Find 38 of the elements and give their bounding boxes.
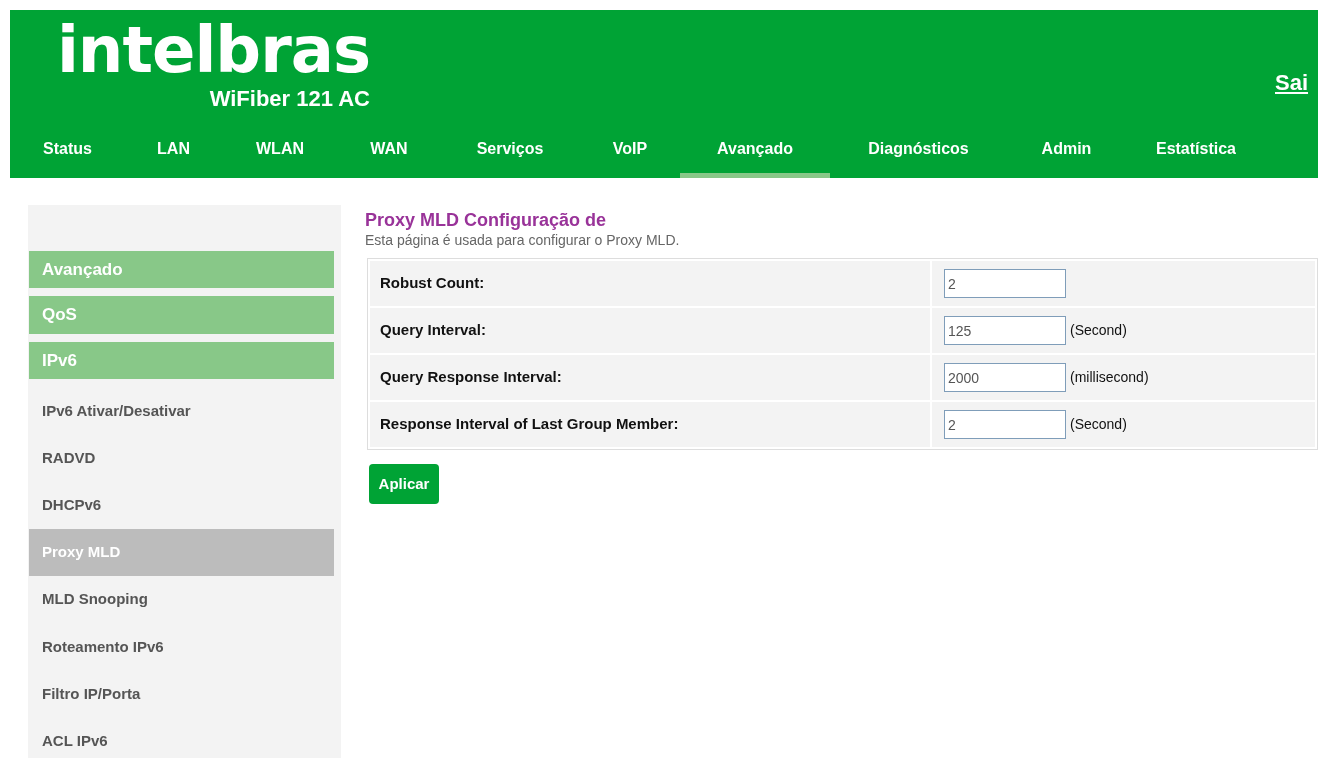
unit-label: (Second) — [1070, 321, 1127, 340]
field-label: Robust Count: — [370, 261, 930, 306]
apply-button[interactable]: Aplicar — [369, 464, 439, 504]
nav-tab[interactable]: LAN — [125, 126, 222, 178]
input-field[interactable]: 2 — [944, 269, 1066, 298]
unit-label: (Second) — [1070, 415, 1127, 434]
sidebar-item[interactable]: Filtro IP/Porta — [29, 670, 334, 718]
input-field[interactable]: 2 — [944, 410, 1066, 439]
sidebar-item[interactable]: MLD Snooping — [29, 576, 334, 624]
input-field[interactable]: 2000 — [944, 363, 1066, 392]
sidebar-item[interactable]: Roteamento IPv6 — [29, 623, 334, 671]
sidebar-group[interactable]: IPv6 — [29, 341, 334, 380]
nav-tab[interactable]: Diagnósticos — [830, 126, 1007, 178]
input-field[interactable]: 125 — [944, 316, 1066, 345]
field-label: Response Interval of Last Group Member: — [370, 402, 930, 447]
sidebar-item[interactable]: Proxy MLD — [29, 528, 334, 577]
unit-label: (millisecond) — [1070, 368, 1149, 387]
sidebar-group[interactable]: Avançado — [29, 251, 334, 289]
page-description: Esta página é usada para configurar o Proxy MLD. — [365, 231, 681, 249]
sidebar-item[interactable]: DHCPv6 — [29, 481, 334, 529]
page-title: Proxy MLD Configuração de — [365, 209, 608, 231]
model-name: WiFiber 121 AC — [209, 86, 370, 112]
sidebar-item[interactable]: IPv6 Ativar/Desativar — [29, 387, 334, 435]
field-label: Query Response Interval: — [370, 355, 930, 400]
logo: intelbras — [56, 14, 370, 86]
logout-link[interactable]: Sai — [1275, 66, 1309, 99]
field-label: Query Interval: — [370, 308, 930, 353]
nav-tab[interactable]: Estatística — [1126, 126, 1266, 178]
sidebar-item[interactable]: RADVD — [29, 434, 334, 482]
sidebar-item[interactable]: ACL IPv6 — [29, 717, 334, 758]
nav-tab[interactable]: Serviços — [440, 126, 580, 178]
nav-tab[interactable]: VoIP — [580, 126, 680, 178]
nav-tab[interactable]: WAN — [338, 126, 440, 178]
nav-tab[interactable]: Status — [10, 126, 125, 178]
nav-tab[interactable]: WLAN — [222, 126, 338, 178]
nav-tab[interactable]: Admin — [1007, 126, 1126, 178]
sidebar-group[interactable]: QoS — [29, 296, 334, 334]
nav-tab[interactable]: Avançado — [680, 126, 830, 178]
